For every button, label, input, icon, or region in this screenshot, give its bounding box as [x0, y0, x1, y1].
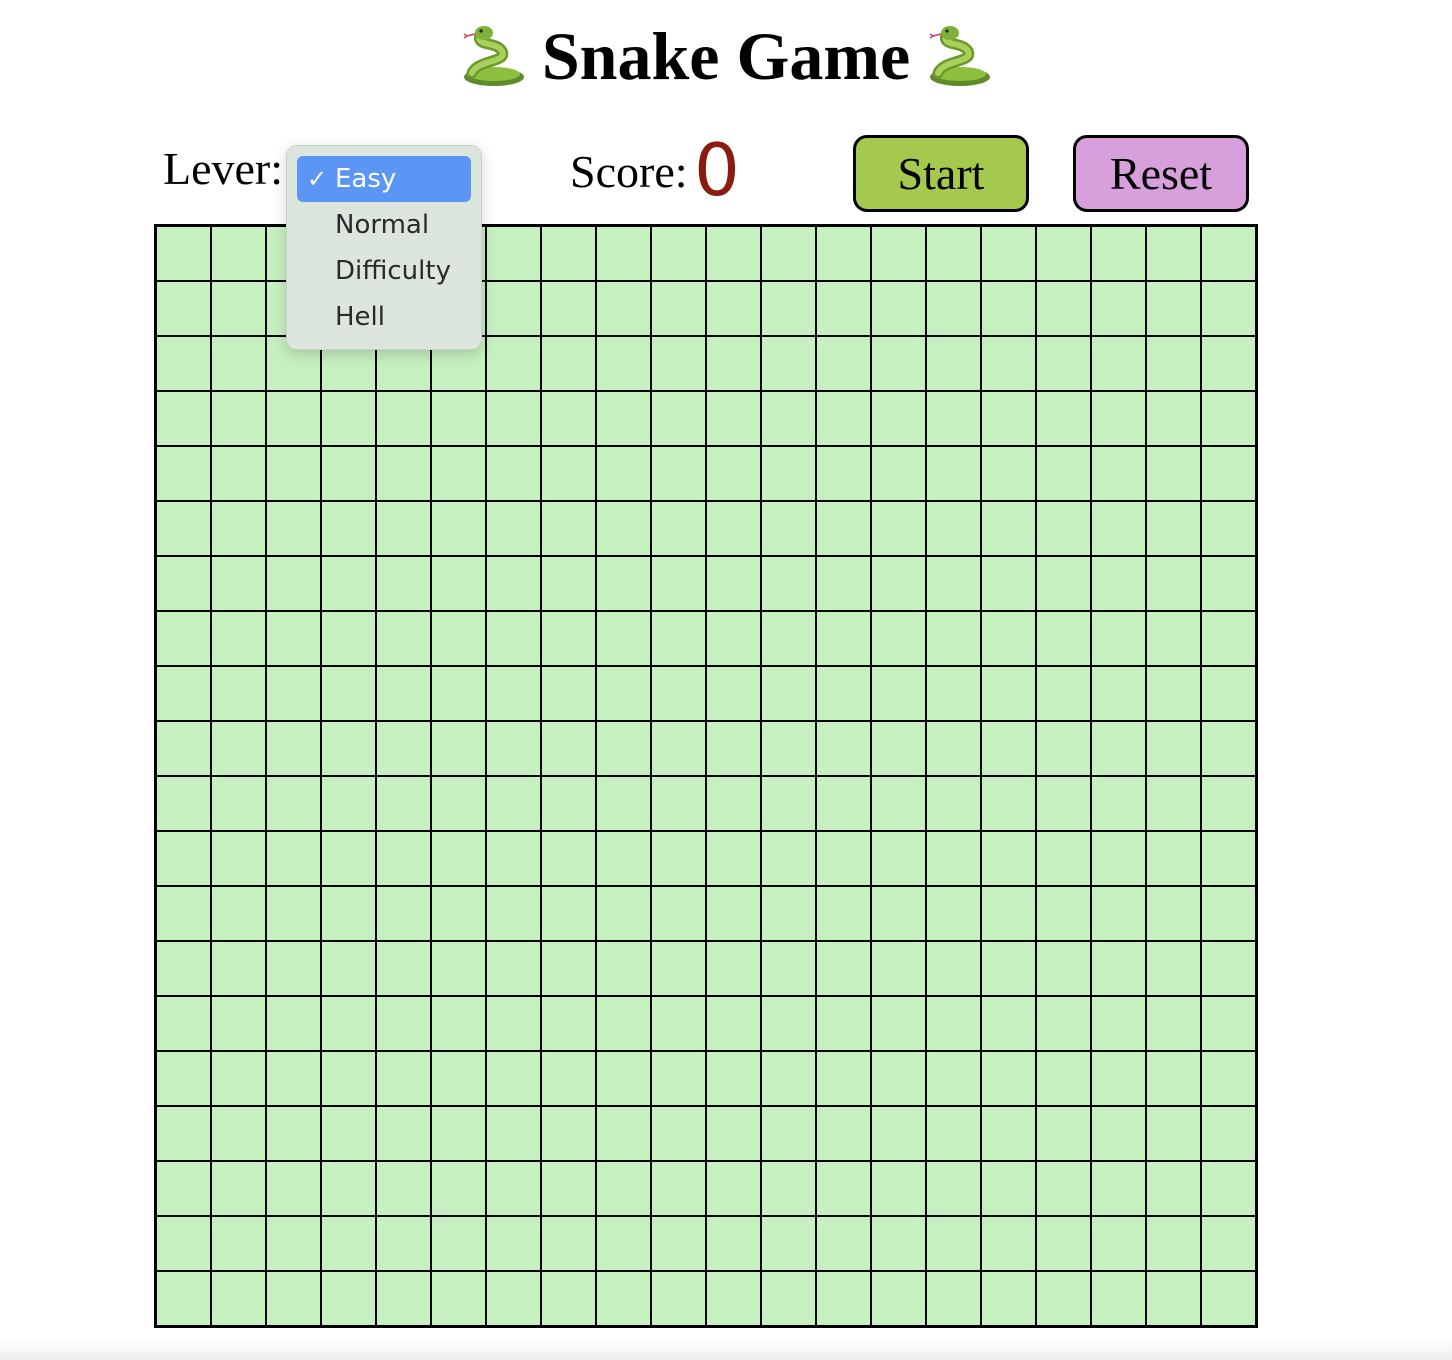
- score-label: Score:: [570, 146, 688, 197]
- game-board[interactable]: [154, 224, 1258, 1328]
- title-row: Snake Game: [0, 14, 1452, 98]
- level-option-label: Easy: [335, 164, 397, 194]
- level-option-label: Normal: [335, 210, 430, 240]
- lever-label: Lever:: [163, 143, 284, 194]
- check-icon: ✓: [307, 165, 328, 193]
- page-title: Snake Game: [541, 18, 911, 94]
- snake-icon: [929, 26, 991, 86]
- level-option-normal[interactable]: Normal: [297, 202, 471, 248]
- snake-icon: [463, 26, 524, 86]
- level-option-hell[interactable]: Hell: [297, 294, 471, 340]
- start-button[interactable]: Start: [853, 135, 1029, 212]
- level-option-difficulty[interactable]: Difficulty: [297, 248, 471, 294]
- level-option-label: Hell: [335, 302, 385, 332]
- level-dropdown[interactable]: ✓ Easy Normal Difficulty Hell: [286, 145, 482, 350]
- window-bottom-edge: [0, 1340, 1452, 1360]
- score-value: 0: [694, 128, 740, 212]
- reset-button[interactable]: Reset: [1073, 135, 1249, 212]
- level-option-easy[interactable]: ✓ Easy: [297, 156, 471, 202]
- level-option-label: Difficulty: [335, 256, 451, 286]
